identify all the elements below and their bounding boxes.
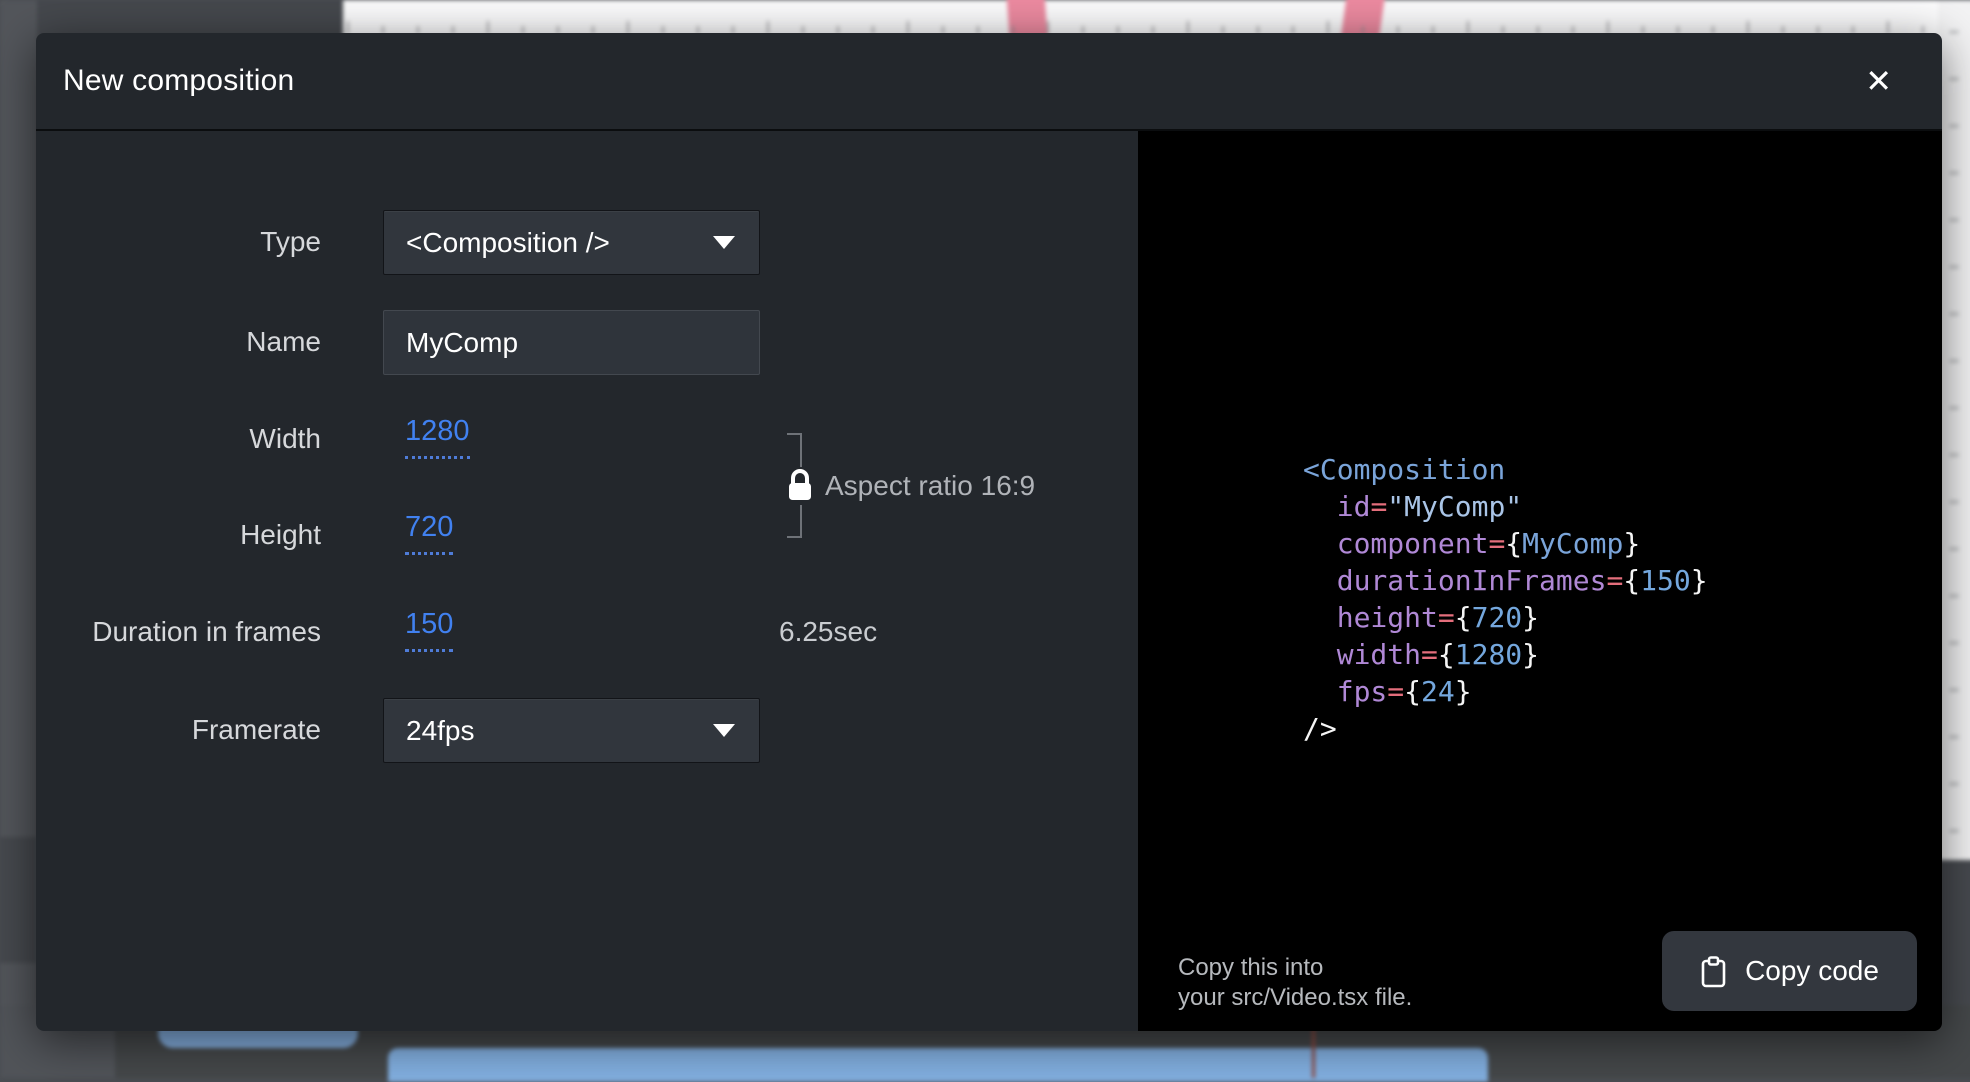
timeline-track-bar (388, 1048, 1488, 1082)
lock-icon[interactable] (785, 468, 815, 504)
code-preview-panel: <Composition id="MyComp" component={MyCo… (1138, 131, 1942, 1031)
framerate-select[interactable]: 24fps (383, 698, 760, 763)
chevron-down-icon (713, 724, 735, 737)
width-value[interactable]: 1280 (405, 415, 470, 459)
composition-form: Type <Composition /> Name Width 1280 Hei… (36, 131, 1138, 1031)
height-value[interactable]: 720 (405, 511, 453, 555)
copy-hint-line1: Copy this into (1178, 953, 1412, 983)
aspect-bracket-bottom (787, 536, 802, 538)
copy-hint: Copy this into your src/Video.tsx file. (1178, 953, 1412, 1013)
type-select-value: <Composition /> (406, 227, 610, 259)
width-label: Width (61, 423, 321, 455)
code-line: <Composition (1303, 451, 1708, 488)
clipboard-icon (1700, 955, 1727, 988)
background-left-column-band (0, 837, 37, 963)
aspect-bracket-upper (800, 433, 802, 467)
framerate-select-value: 24fps (406, 715, 475, 747)
new-composition-dialog: New composition ✕ Type <Composition /> N… (36, 33, 1942, 1031)
height-label: Height (61, 519, 321, 551)
name-input[interactable] (383, 310, 760, 375)
aspect-bracket-lower (800, 505, 802, 538)
dialog-titlebar: New composition ✕ (36, 33, 1942, 131)
code-line: fps={24} (1303, 673, 1708, 710)
framerate-label: Framerate (61, 714, 321, 746)
dialog-body: Type <Composition /> Name Width 1280 Hei… (36, 131, 1942, 1031)
name-label: Name (61, 326, 321, 358)
background-right-column (1938, 0, 1970, 862)
code-line: id="MyComp" (1303, 488, 1708, 525)
background-right-column-low (1938, 860, 1970, 1010)
code-line: durationInFrames={150} (1303, 562, 1708, 599)
copy-hint-line2: your src/Video.tsx file. (1178, 983, 1412, 1013)
code-line: component={MyComp} (1303, 525, 1708, 562)
duration-label: Duration in frames (61, 616, 321, 648)
type-label: Type (61, 226, 321, 258)
dialog-title: New composition (63, 64, 294, 98)
code-line: width={1280} (1303, 636, 1708, 673)
chevron-down-icon (713, 236, 735, 249)
code-line: height={720} (1303, 599, 1708, 636)
aspect-ratio-label: Aspect ratio 16:9 (825, 470, 1035, 502)
code-block: <Composition id="MyComp" component={MyCo… (1303, 451, 1708, 747)
duration-seconds-readout: 6.25sec (779, 616, 877, 648)
type-select[interactable]: <Composition /> (383, 210, 760, 275)
copy-code-label: Copy code (1745, 955, 1879, 987)
duration-value[interactable]: 150 (405, 608, 453, 652)
copy-code-button[interactable]: Copy code (1662, 931, 1917, 1011)
code-line: /> (1303, 710, 1708, 747)
close-icon[interactable]: ✕ (1855, 59, 1902, 103)
